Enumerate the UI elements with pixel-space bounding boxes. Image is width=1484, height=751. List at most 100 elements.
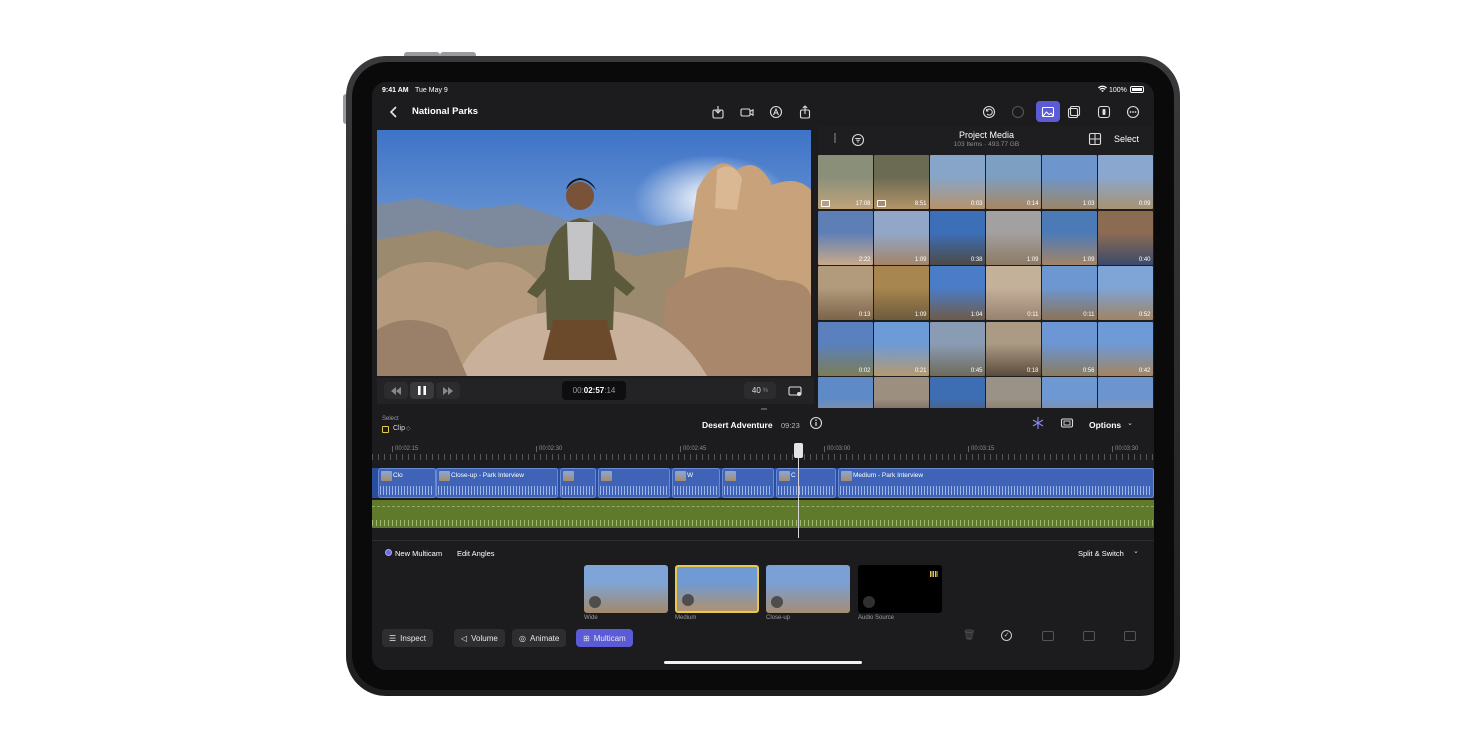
split-switch-menu[interactable]: Split & Switch xyxy=(1078,549,1124,558)
new-multicam-label[interactable]: New Multicam xyxy=(395,549,442,558)
zoom-level[interactable]: 40% xyxy=(744,382,776,399)
media-thumbnail[interactable]: 2:22 xyxy=(818,210,873,265)
clip-selector[interactable]: Clip xyxy=(393,425,405,432)
multicam-button[interactable]: ⊞ Multicam xyxy=(576,629,633,647)
media-thumbnail[interactable]: 0:38 xyxy=(930,210,985,265)
thumbnail-duration: 1:04 xyxy=(970,312,983,318)
timeline-clip[interactable]: Medium - Park Interview xyxy=(838,468,1154,498)
timeline-clip[interactable]: C xyxy=(776,468,836,498)
media-thumbnail[interactable]: 0:11 xyxy=(1042,266,1097,320)
angle-label: Medium xyxy=(675,615,697,621)
media-thumbnail[interactable]: 0:21 xyxy=(874,321,929,376)
media-thumbnail[interactable]: 0:56 xyxy=(1042,321,1097,376)
audio-track[interactable] xyxy=(372,500,1154,528)
select-label: Select xyxy=(382,416,399,422)
options-menu-button[interactable]: Options xyxy=(1089,420,1121,430)
media-thumbnail[interactable]: 0:09 xyxy=(1098,155,1153,209)
redo-button[interactable] xyxy=(1008,102,1028,122)
media-thumbnail[interactable]: 0:52 xyxy=(1098,266,1153,320)
trash-icon[interactable]: 🗑 xyxy=(963,630,976,641)
media-thumbnail[interactable]: 1:03 xyxy=(1042,155,1097,209)
rewind-button[interactable] xyxy=(384,382,408,399)
media-thumbnail[interactable]: 0:13 xyxy=(818,266,873,320)
clip-thumbnail xyxy=(381,471,392,481)
timeline-clip[interactable]: Clo xyxy=(378,468,436,498)
timeline-ruler[interactable]: 00:02:15 00:02:30 00:02:45 00:03:00 00:03:15… xyxy=(372,440,1154,466)
thumbnail-duration: 0:56 xyxy=(1082,367,1095,374)
media-thumbnail[interactable]: 0:18 xyxy=(986,321,1041,376)
timeline-clip[interactable]: W xyxy=(672,468,720,498)
media-thumbnail[interactable]: 0:03 xyxy=(930,155,985,209)
multicam-angle[interactable] xyxy=(675,565,759,613)
photo-stack-icon xyxy=(1067,105,1081,119)
timecode-hours: 00: xyxy=(572,386,584,395)
media-thumbnail[interactable]: 0:11 xyxy=(986,266,1041,320)
clip-appearance-button[interactable] xyxy=(1057,413,1077,433)
project-title: National Parks xyxy=(412,106,478,117)
media-browser-button[interactable] xyxy=(1036,101,1060,122)
media-thumbnail[interactable]: 1:09 xyxy=(874,266,929,320)
inspect-label: Inspect xyxy=(400,633,426,643)
timeline-clip[interactable] xyxy=(560,468,596,498)
thumbnail-duration: 0:14 xyxy=(1026,201,1039,207)
grid-view-button[interactable] xyxy=(1085,129,1105,149)
media-thumbnail[interactable]: 1:09 xyxy=(874,210,929,265)
media-thumbnail[interactable]: 1:09 xyxy=(1042,210,1097,265)
media-grid: 17:08 8:51 0:03 0:14 1:03 0:09 2:22 1:09 0:38 1:0… xyxy=(818,155,1153,431)
thumbnail-duration: 2:22 xyxy=(858,256,871,263)
multicam-angle[interactable] xyxy=(858,565,942,613)
clip-waveform xyxy=(380,486,434,495)
photos-button[interactable] xyxy=(1064,102,1084,122)
browser-select-button[interactable]: Select xyxy=(1114,134,1139,144)
media-thumbnail[interactable]: 17:08 xyxy=(818,155,873,209)
forward-button[interactable] xyxy=(436,382,460,399)
timeline-clip[interactable] xyxy=(598,468,670,498)
media-thumbnail[interactable]: 0:45 xyxy=(930,321,985,376)
clip-label: Medium - Park Interview xyxy=(853,472,924,479)
media-thumbnail[interactable]: 0:42 xyxy=(1098,321,1153,376)
media-thumbnail[interactable]: 0:02 xyxy=(818,321,873,376)
clip-label: C xyxy=(791,472,796,479)
timeline-clip[interactable]: Close-up - Park Interview xyxy=(436,468,558,498)
media-thumbnail[interactable]: 0:14 xyxy=(986,155,1041,209)
battery-icon xyxy=(1130,86,1144,93)
checkmark-circle-icon[interactable]: ✓ xyxy=(1001,630,1012,641)
media-thumbnail[interactable]: 1:04 xyxy=(930,266,985,320)
media-thumbnail[interactable]: 8:51 xyxy=(874,155,929,209)
thumbnail-duration: 1:03 xyxy=(1082,201,1095,207)
photo-icon xyxy=(1041,106,1055,117)
edit-angles-button[interactable]: Edit Angles xyxy=(457,549,495,558)
replace-icon[interactable] xyxy=(1124,631,1136,641)
multicam-angle[interactable] xyxy=(584,565,668,613)
animate-button[interactable]: ◎ Animate xyxy=(512,629,567,647)
share-button[interactable] xyxy=(795,102,815,122)
drag-handle-icon[interactable] xyxy=(834,133,836,143)
timeline-header: Select Clip ◇ Desert Adventure 09:23 Opt… xyxy=(372,408,1154,438)
camera-button[interactable] xyxy=(737,102,757,122)
media-thumbnail[interactable]: 1:09 xyxy=(986,210,1041,265)
back-button[interactable] xyxy=(384,102,404,122)
more-button[interactable] xyxy=(1123,102,1143,122)
split-icon[interactable] xyxy=(1083,631,1095,641)
undo-button[interactable] xyxy=(979,102,999,122)
filter-button[interactable] xyxy=(848,130,868,150)
timecode-display[interactable]: 00: 02:57:14 xyxy=(562,381,626,400)
voiceover-button[interactable] xyxy=(766,102,786,122)
ruler-tick-label: 00:03:00 xyxy=(824,446,850,452)
timeline-clip[interactable] xyxy=(722,468,774,498)
media-thumbnail[interactable]: 0:40 xyxy=(1098,210,1153,265)
viewer-options-button[interactable] xyxy=(785,381,805,401)
inspector-toggle-button[interactable] xyxy=(1094,102,1114,122)
play-pause-button[interactable] xyxy=(410,382,434,399)
multicam-angle[interactable] xyxy=(766,565,850,613)
speaker-icon: ◁ xyxy=(461,633,468,643)
inspect-button[interactable]: ☰ Inspect xyxy=(382,629,433,647)
angle-label: Audio Source xyxy=(858,615,895,621)
import-button[interactable] xyxy=(708,102,728,122)
snapping-button[interactable] xyxy=(1028,413,1048,433)
playhead-handle[interactable] xyxy=(794,443,803,458)
project-info-button[interactable] xyxy=(808,415,824,431)
volume-button[interactable]: ◁ Volume xyxy=(454,629,505,647)
video-viewer[interactable] xyxy=(377,130,811,376)
detach-icon[interactable] xyxy=(1042,631,1054,641)
